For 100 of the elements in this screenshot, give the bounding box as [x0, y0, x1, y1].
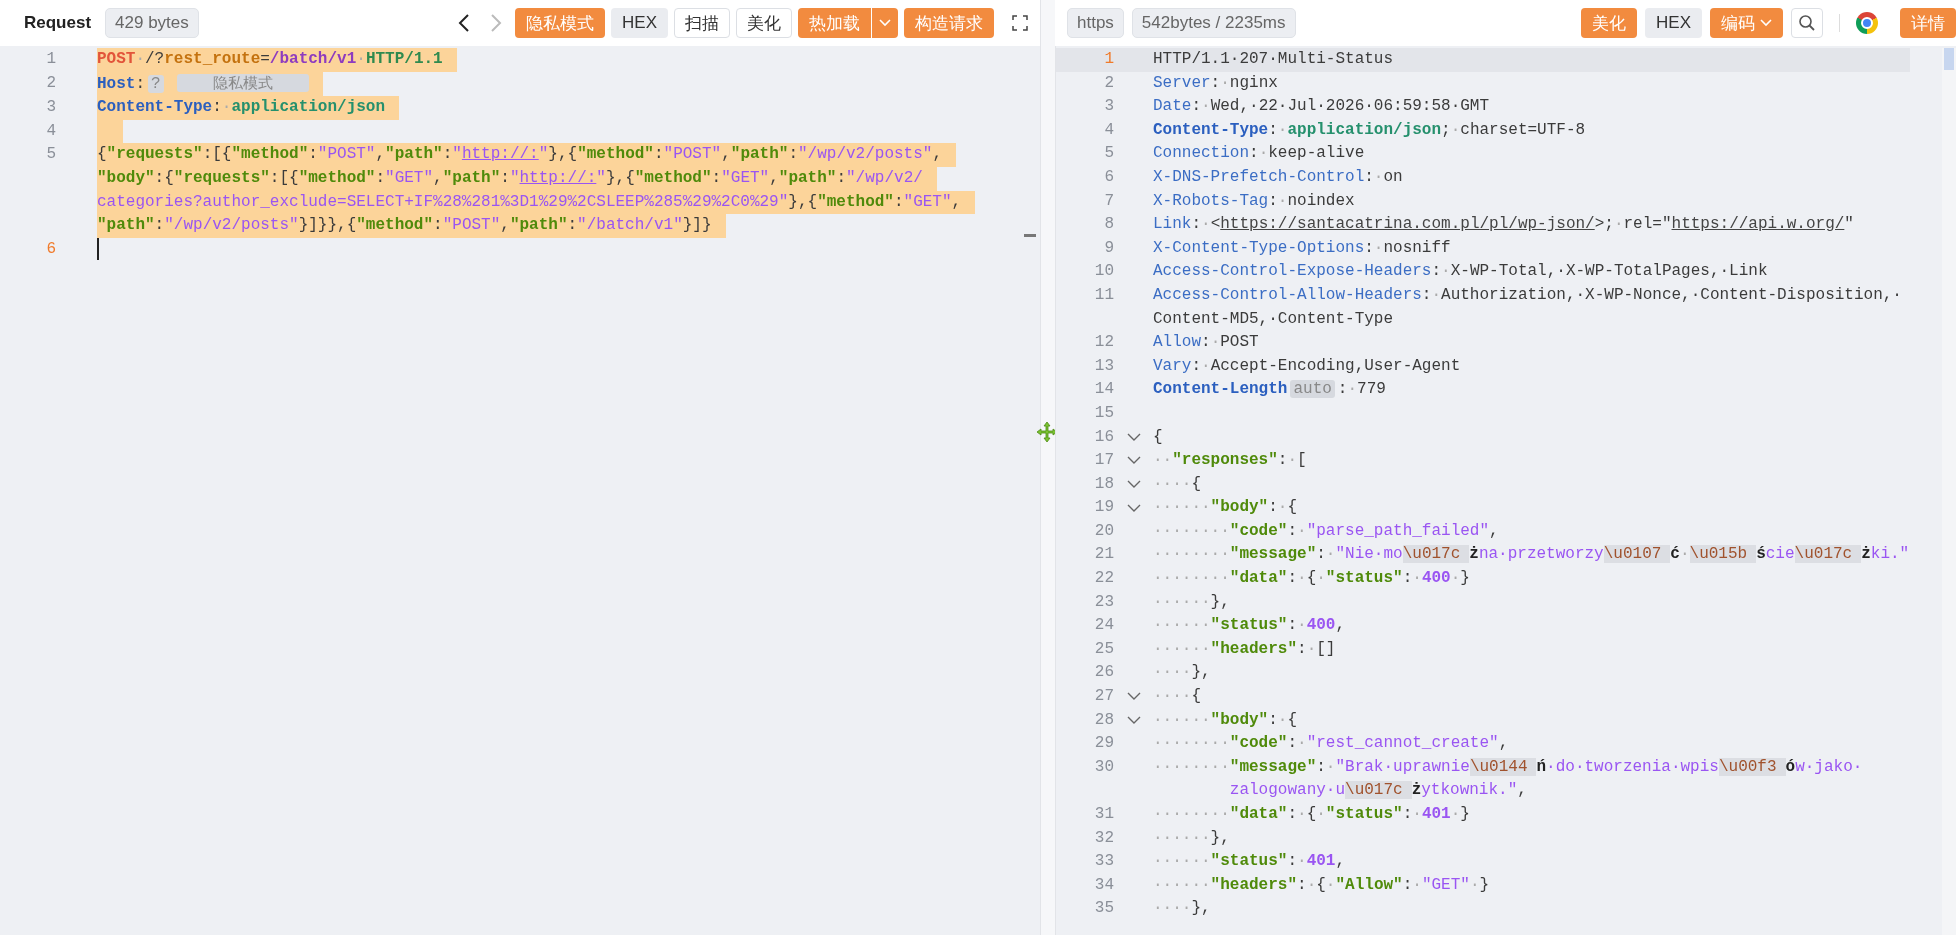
- action-button[interactable]: 美化: [736, 8, 792, 38]
- code-line: Date:·Wed,·22·Jul·2026·06:59:58·GMT: [1153, 96, 1490, 118]
- line-number: 34: [1093, 874, 1115, 896]
- line-number: 4: [45, 120, 57, 142]
- minimap-scrollbar[interactable]: [1942, 48, 1956, 935]
- code-line: Content-Length auto :·779: [1153, 379, 1386, 401]
- fold-chevron-icon[interactable]: [1127, 480, 1141, 489]
- line-number: 7: [1103, 190, 1115, 212]
- code-line: Content-MD5,·Content-Type: [1153, 308, 1394, 330]
- fold-chevron-icon[interactable]: [1127, 692, 1141, 702]
- action-button[interactable]: 热加载: [798, 8, 871, 38]
- line-number: 14: [1093, 379, 1115, 401]
- size-badge: 429 bytes: [105, 8, 199, 38]
- code-line: ····},: [1153, 898, 1211, 920]
- code-line: HTTP/1.1·207·Multi-Status: [1153, 49, 1394, 70]
- protocol-badge: https: [1067, 8, 1124, 38]
- chevron-left-icon[interactable]: [457, 13, 472, 33]
- action-button[interactable]: 构造请求: [904, 8, 994, 38]
- line-number: 17: [1093, 450, 1115, 472]
- code-line: Vary:·Accept-Encoding,User-Agent: [1153, 355, 1461, 377]
- line-number: 29: [1093, 733, 1115, 755]
- action-button[interactable]: HEX: [1645, 8, 1702, 38]
- button-label: 编码: [1721, 12, 1755, 35]
- fold-chevron-icon[interactable]: [1127, 503, 1141, 513]
- line-number: 25: [1093, 638, 1115, 660]
- line-number: 20: [1093, 520, 1115, 542]
- code-line: Content-Type:·application/json;·charset=UTF-8: [1153, 119, 1586, 141]
- code-line: ········"data":·{·"status":·401·}: [1153, 804, 1470, 825]
- line-number: 3: [1103, 96, 1115, 118]
- code-line: Server:·nginx: [1153, 72, 1278, 94]
- code-line: ······},: [1153, 827, 1230, 849]
- code-line: ········"message":·"Brak·uprawnie\u0144 ń·do·tworzenia·wpis\u00f3 ów·jako·: [1153, 756, 1863, 778]
- dropdown-button[interactable]: 编码: [1710, 8, 1783, 38]
- panel-title: Request: [24, 13, 92, 33]
- line-number: 23: [1093, 591, 1115, 613]
- line-number: 24: [1093, 615, 1115, 637]
- code-line: ······"body":·{: [1153, 709, 1298, 731]
- code-line: ····},: [1153, 662, 1211, 684]
- code-line: ··"responses":·[: [1153, 450, 1307, 472]
- line-number: 26: [1093, 662, 1115, 684]
- code-line: Allow:·POST: [1153, 332, 1259, 354]
- line-number: 10: [1093, 261, 1115, 283]
- search-button[interactable]: [1791, 8, 1823, 38]
- line-number: 4: [1103, 119, 1115, 141]
- line-number: 32: [1093, 827, 1115, 849]
- code-line: ······"status":·401,: [1153, 851, 1346, 873]
- caret-icon: [879, 19, 891, 27]
- fold-chevron-icon[interactable]: [1127, 456, 1141, 466]
- line-number: 18: [1093, 473, 1115, 495]
- line-number: 5: [1103, 143, 1115, 165]
- code-line: ······"headers":·[]: [1153, 638, 1336, 660]
- line-number: 21: [1093, 544, 1115, 566]
- line-number: 9: [1103, 237, 1115, 259]
- code-line: ········"code":·"parse_path_failed",: [1153, 520, 1499, 542]
- action-button[interactable]: 隐私模式: [515, 8, 606, 38]
- line-number: 19: [1093, 497, 1115, 519]
- line-number: 33: [1093, 851, 1115, 873]
- fullscreen-icon[interactable]: [1012, 15, 1028, 31]
- code-line: ········"data":·{·"status":·400·}: [1153, 568, 1470, 590]
- action-button[interactable]: 详情: [1900, 8, 1956, 38]
- line-number: 1: [1103, 49, 1115, 70]
- line-number: 2: [1103, 72, 1115, 94]
- line-number: 1: [45, 49, 57, 70]
- code-line: ········"code":·"rest_cannot_create",: [1153, 733, 1509, 755]
- line-number: 15: [1093, 402, 1115, 424]
- code-line: ····{: [1153, 686, 1201, 708]
- code-line: Access-Control-Expose-Headers:·X-WP-Total,·X-WP-TotalPages,·Link: [1153, 261, 1768, 283]
- code-line: ········"message":·"Nie·mo\u017c żna·przetworzy\u0107 ć·\u015b ście\u017c żki.": [1153, 544, 1910, 566]
- fold-chevron-icon[interactable]: [1127, 715, 1141, 725]
- code-line: X-Content-Type-Options:·nosniff: [1153, 237, 1451, 259]
- action-button[interactable]: HEX: [611, 8, 668, 38]
- action-button[interactable]: 美化: [1581, 8, 1638, 38]
- action-button[interactable]: 扫描: [674, 8, 730, 38]
- code-line: Access-Control-Allow-Headers:·Authorization,·X-WP-Nonce,·Content-Disposition,·: [1153, 284, 1902, 306]
- line-number: 5: [45, 144, 57, 166]
- line-number: 12: [1093, 332, 1115, 354]
- code-line: Connection:·keep-alive: [1153, 143, 1365, 165]
- line-number: 8: [1103, 214, 1115, 236]
- code-line: ····{: [1153, 473, 1201, 495]
- code-line: X-DNS-Prefetch-Control:·on: [1153, 166, 1403, 188]
- timing-badge: 542bytes / 2235ms: [1131, 8, 1296, 38]
- code-line: ······"headers":·{·"Allow":·"GET"·}: [1153, 874, 1490, 896]
- code-line: ······},: [1153, 591, 1230, 613]
- line-number: 3: [45, 97, 57, 119]
- line-number: 6: [45, 238, 57, 260]
- code-line: {: [1153, 426, 1163, 448]
- code-line: ······"body":·{: [1153, 497, 1298, 519]
- code-line: zalogowany·u\u017c żytkownik.",: [1229, 780, 1527, 802]
- code-line: Link:·<https://santacatrina.com.pl/pl/wp-json/>;·rel="https://api.w.org/": [1153, 214, 1854, 236]
- line-number: 13: [1093, 355, 1115, 377]
- search-icon: [1798, 14, 1816, 32]
- line-number: 16: [1093, 426, 1115, 448]
- line-number: 31: [1093, 804, 1115, 825]
- line-number: 2: [45, 72, 57, 94]
- code-line: X-Robots-Tag:·noindex: [1153, 190, 1355, 212]
- line-number: 35: [1093, 898, 1115, 920]
- line-number: 22: [1093, 568, 1115, 590]
- line-number: 11: [1093, 284, 1115, 306]
- fold-chevron-icon[interactable]: [1127, 432, 1141, 442]
- browser-logo-icon[interactable]: [1856, 12, 1878, 34]
